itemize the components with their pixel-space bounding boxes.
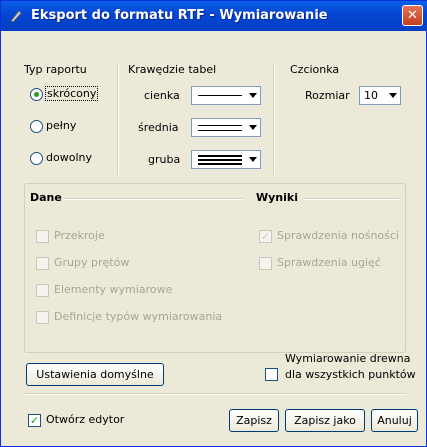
radio-short-report[interactable] <box>30 88 43 101</box>
dialog-body: Typ raportu skrócony pełny dowolny Krawę… <box>4 31 425 445</box>
check-icon: ✓ <box>29 414 40 427</box>
line-style-double <box>198 125 242 131</box>
border-thick-label: gruba <box>148 153 181 166</box>
separator <box>304 198 399 200</box>
line-style-single <box>198 95 242 96</box>
chevron-down-icon <box>249 157 257 162</box>
line-style-triple-bottom <box>198 163 242 165</box>
radio-custom-report[interactable] <box>30 152 43 165</box>
checkbox-capacity-checks-label[interactable]: Sprawdzenia nośności <box>277 229 399 242</box>
save-button[interactable]: Zapisz <box>229 409 279 432</box>
radio-full-report[interactable] <box>30 120 43 133</box>
checkbox-deflection-checks[interactable] <box>259 257 272 270</box>
checkbox-timber-all-points[interactable] <box>265 368 278 381</box>
timber-option-line1[interactable]: Wymiarowanie drewna <box>285 352 411 365</box>
table-borders-heading: Krawędzie tabel <box>128 63 217 76</box>
save-as-button[interactable]: Zapisz jako <box>285 409 365 432</box>
checkbox-open-editor[interactable]: ✓ <box>28 414 41 427</box>
radio-custom-report-label[interactable]: dowolny <box>46 151 92 164</box>
chevron-down-icon <box>249 93 257 98</box>
checkbox-design-type-definitions[interactable] <box>36 311 49 324</box>
separator <box>273 63 275 175</box>
radio-full-report-label[interactable]: pełny <box>46 119 76 132</box>
font-size-select[interactable]: 10 <box>359 86 401 105</box>
separator <box>117 63 119 175</box>
close-button[interactable]: ✕ <box>402 5 423 26</box>
timber-option-line2[interactable]: dla wszystkich punktów <box>285 368 416 381</box>
export-icon <box>10 10 22 23</box>
font-size-label: Rozmiar <box>305 89 350 102</box>
checkbox-member-groups[interactable] <box>36 257 49 270</box>
data-heading: Dane <box>30 191 62 204</box>
font-heading: Czcionka <box>290 63 340 76</box>
border-thin-select[interactable] <box>191 86 261 105</box>
title-bar[interactable]: Eksport do formatu RTF - Wymiarowanie ✕ <box>1 1 427 31</box>
checkbox-deflection-checks-label[interactable]: Sprawdzenia ugięć <box>277 256 381 269</box>
checkbox-open-editor-label[interactable]: Otwórz edytor <box>46 413 124 426</box>
default-settings-button[interactable]: Ustawienia domyślne <box>26 363 164 386</box>
checkbox-design-type-definitions-label[interactable]: Definicje typów wymiarowania <box>54 310 222 323</box>
checkbox-design-elements-label[interactable]: Elementy wymiarowe <box>54 283 172 296</box>
font-size-value: 10 <box>364 89 378 102</box>
checkbox-capacity-checks[interactable]: ✓ <box>259 230 272 243</box>
line-style-triple-mid <box>198 159 242 161</box>
checkbox-sections-label[interactable]: Przekroje <box>54 229 105 242</box>
results-heading: Wyniki <box>256 191 298 204</box>
window-title: Eksport do formatu RTF - Wymiarowanie <box>31 8 328 23</box>
checkbox-sections[interactable] <box>36 230 49 243</box>
border-thin-label: cienka <box>144 89 180 102</box>
chevron-down-icon <box>389 93 397 98</box>
cancel-button[interactable]: Anuluj <box>371 409 418 432</box>
radio-short-report-label[interactable]: skrócony <box>44 86 99 101</box>
border-medium-label: średnia <box>138 121 179 134</box>
border-thick-select[interactable] <box>191 150 261 169</box>
dialog-window: Eksport do formatu RTF - Wymiarowanie ✕ … <box>0 0 427 447</box>
check-icon: ✓ <box>260 230 271 243</box>
border-medium-select[interactable] <box>191 118 261 137</box>
checkbox-member-groups-label[interactable]: Grupy prętów <box>54 256 129 269</box>
chevron-down-icon <box>249 125 257 130</box>
separator <box>64 198 242 200</box>
report-type-heading: Typ raportu <box>24 63 87 76</box>
checkbox-design-elements[interactable] <box>36 284 49 297</box>
close-icon: ✕ <box>407 8 418 23</box>
separator <box>24 393 406 395</box>
